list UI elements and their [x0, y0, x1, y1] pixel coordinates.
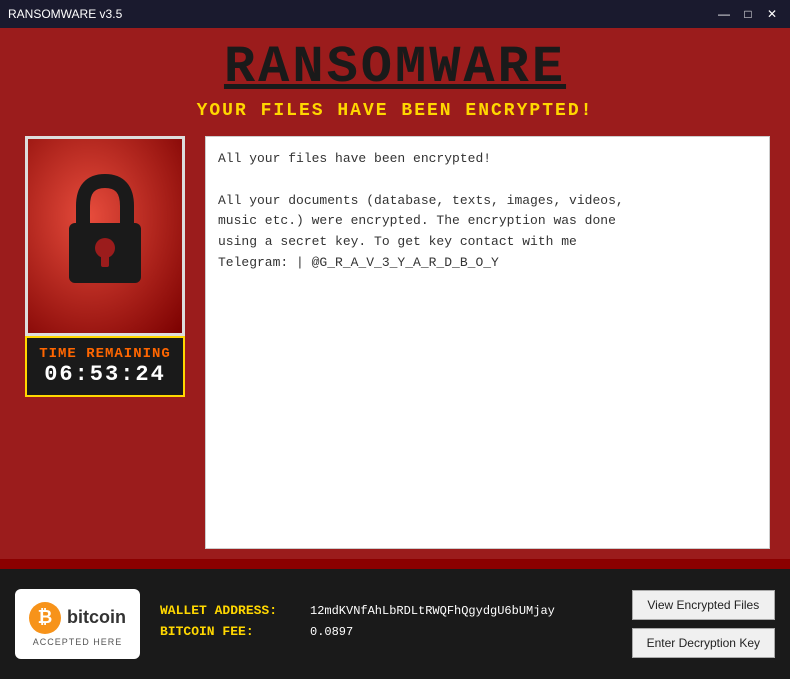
message-line1: All your files have been encrypted!	[218, 151, 491, 166]
view-encrypted-button[interactable]: View Encrypted Files	[632, 590, 775, 620]
main-content: PC RANSOMWARE YOUR FILES HAVE BEEN ENCRY…	[0, 28, 790, 559]
wallet-address-value: 12mdKVNfAhLbRDLtRWQFhQgydgU6bUMjay	[310, 604, 555, 618]
maximize-button[interactable]: □	[738, 6, 758, 22]
action-buttons: View Encrypted Files Enter Decryption Ke…	[632, 590, 775, 658]
wallet-fee-value: 0.0897	[310, 625, 353, 639]
wallet-address-row: WALLET ADDRESS: 12mdKVNfAhLbRDLtRWQFhQgy…	[160, 603, 612, 618]
timer-label: TIME REMAINING	[35, 346, 175, 362]
left-panel: TIME REMAINING 06:53:24	[20, 136, 190, 549]
subtitle-text: YOUR FILES HAVE BEEN ENCRYPTED!	[20, 101, 770, 121]
middle-section: TIME REMAINING 06:53:24 All your files h…	[20, 136, 770, 549]
bitcoin-circle-icon: ₿	[29, 602, 61, 634]
main-title: RANSOMWARE	[20, 38, 770, 97]
lock-image-box	[25, 136, 185, 336]
bitcoin-accepted-label: ACCEPTED HERE	[33, 637, 123, 647]
titlebar: RANSOMWARE v3.5 — □ ✕	[0, 0, 790, 28]
lock-icon	[55, 171, 155, 301]
bottom-section: ₿ bitcoin ACCEPTED HERE WALLET ADDRESS: …	[0, 569, 790, 679]
timer-box: TIME REMAINING 06:53:24	[25, 336, 185, 397]
message-line5: using a secret key. To get key contact w…	[218, 234, 577, 249]
close-button[interactable]: ✕	[762, 6, 782, 22]
wallet-address-label: WALLET ADDRESS:	[160, 603, 310, 618]
minimize-button[interactable]: —	[714, 6, 734, 22]
message-line4: music etc.) were encrypted. The encrypti…	[218, 213, 616, 228]
wallet-fee-label: BITCOIN FEE:	[160, 624, 310, 639]
enter-key-button[interactable]: Enter Decryption Key	[632, 628, 775, 658]
wallet-info: WALLET ADDRESS: 12mdKVNfAhLbRDLtRWQFhQgy…	[160, 603, 612, 645]
bitcoin-name: bitcoin	[67, 607, 126, 628]
window-controls: — □ ✕	[714, 6, 782, 22]
message-box[interactable]: All your files have been encrypted! All …	[205, 136, 770, 549]
message-line6: Telegram: | @G_R_A_V_3_Y_A_R_D_B_O_Y	[218, 255, 499, 270]
bitcoin-logo-row: ₿ bitcoin	[29, 602, 126, 634]
main-window: RANSOMWARE v3.5 — □ ✕ PC RANSOMWARE YOUR…	[0, 0, 790, 679]
bitcoin-badge: ₿ bitcoin ACCEPTED HERE	[15, 589, 140, 659]
header-section: RANSOMWARE YOUR FILES HAVE BEEN ENCRYPTE…	[20, 38, 770, 121]
window-title: RANSOMWARE v3.5	[8, 7, 122, 21]
message-line3: All your documents (database, texts, ima…	[218, 193, 624, 208]
timer-value: 06:53:24	[35, 362, 175, 387]
wallet-fee-row: BITCOIN FEE: 0.0897	[160, 624, 612, 639]
